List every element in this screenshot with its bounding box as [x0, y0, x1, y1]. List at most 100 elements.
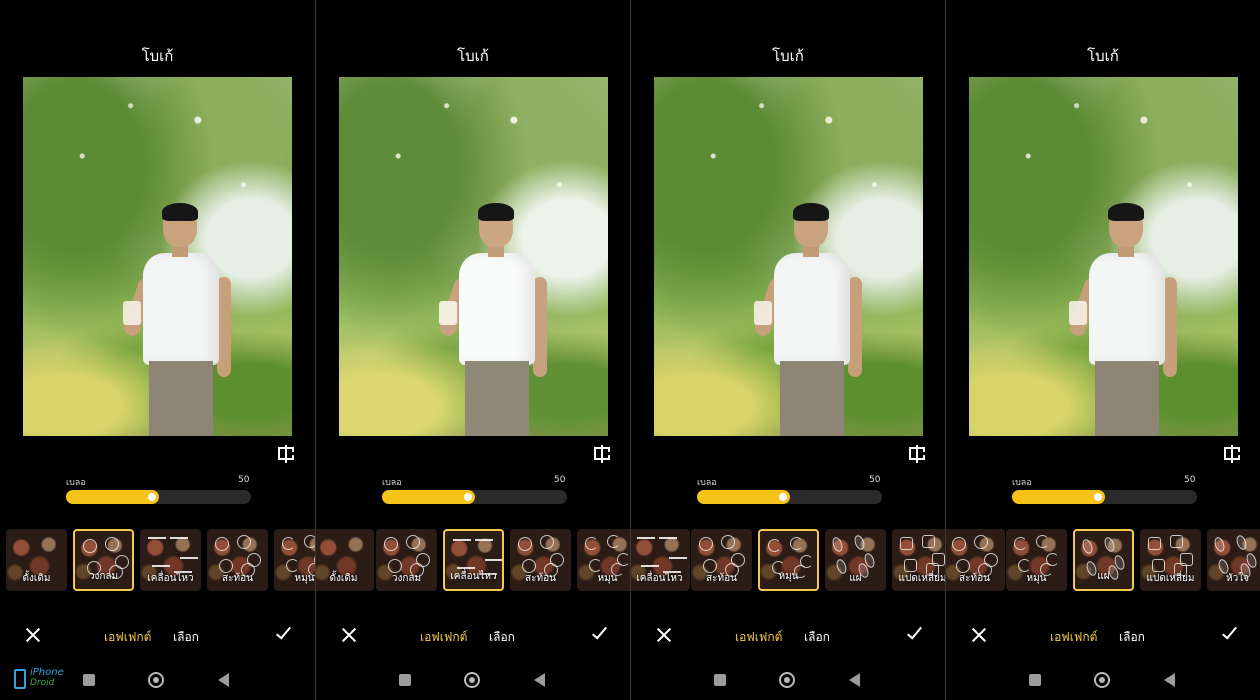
ring-bokeh-shape	[974, 535, 988, 549]
effect-tile[interactable]: แผ่	[1073, 529, 1134, 591]
tab-select[interactable]: เลือก	[1119, 628, 1145, 647]
cancel-icon[interactable]	[970, 626, 988, 644]
confirm-check-icon[interactable]	[1220, 623, 1238, 646]
effect-tile-label: เคลื่อนไหว	[147, 573, 194, 584]
person-pants	[149, 361, 213, 436]
blur-slider[interactable]	[1012, 490, 1197, 504]
recents-nav-icon[interactable]	[399, 674, 411, 686]
compare-icon-right	[1233, 447, 1240, 460]
effect-tile[interactable]: หมุน	[274, 529, 315, 591]
swirl-bokeh-shape	[1014, 537, 1027, 550]
effect-tile[interactable]: เคลื่อนไหว	[140, 529, 201, 591]
effect-tile[interactable]: แปดเหลี่ยม	[1140, 529, 1201, 591]
blur-slider[interactable]	[697, 490, 882, 504]
hex-bokeh-shape	[900, 537, 913, 550]
home-nav-icon[interactable]	[148, 672, 164, 688]
blur-slider-fill	[1012, 490, 1105, 504]
effect-tile[interactable]: สะท้อน	[207, 529, 268, 591]
tab-effect[interactable]: เอฟเฟกต์	[420, 628, 467, 647]
effect-tile[interactable]: หมุน	[758, 529, 819, 591]
compare-icon[interactable]	[909, 445, 925, 463]
person-arm-r	[1163, 277, 1177, 377]
check-mark	[275, 623, 292, 640]
oval-bokeh-shape	[1080, 537, 1095, 556]
effect-tile[interactable]: เคลื่อนไหว	[443, 529, 504, 591]
person-cup	[1069, 301, 1087, 325]
dash-bokeh-shape	[669, 557, 687, 559]
person-arm-r	[217, 277, 231, 377]
home-nav-icon[interactable]	[1094, 672, 1110, 688]
compare-icon[interactable]	[1224, 445, 1240, 463]
person-cup	[123, 301, 141, 325]
confirm-check-icon[interactable]	[274, 623, 292, 646]
effect-tile[interactable]: หัวใจ	[1207, 529, 1260, 591]
effect-tile[interactable]: สะท้อน	[946, 529, 1005, 591]
effect-tile[interactable]: วงกลม	[73, 529, 134, 591]
effect-tile[interactable]: สะท้อน	[691, 529, 752, 591]
photo-preview	[969, 77, 1238, 436]
cancel-icon[interactable]	[655, 626, 673, 644]
cancel-icon[interactable]	[24, 626, 42, 644]
editor-screen-3: โบเก้ เบลอ 50 เคลื่อนไหว สะท้อน หมุน แผ่ แปดเหล…	[630, 0, 945, 700]
home-nav-icon[interactable]	[464, 672, 480, 688]
cancel-icon[interactable]	[340, 626, 358, 644]
recents-nav-icon[interactable]	[1029, 674, 1041, 686]
oval-bokeh-shape	[830, 535, 845, 554]
effect-tile-label: หมุน	[1026, 573, 1047, 584]
tab-select[interactable]: เลือก	[489, 628, 515, 647]
blur-slider-value: 50	[238, 475, 250, 485]
effect-tile[interactable]: เคลื่อนไหว	[631, 529, 690, 591]
blur-slider[interactable]	[382, 490, 567, 504]
effect-tile[interactable]: หมุน	[577, 529, 630, 591]
effect-tile[interactable]: ดั้งเดิม	[6, 529, 67, 591]
blur-slider-handle[interactable]	[147, 493, 156, 501]
blur-slider[interactable]	[66, 490, 251, 504]
blur-slider-handle[interactable]	[463, 493, 472, 501]
person-shirt	[143, 253, 219, 365]
tab-effect[interactable]: เอฟเฟกต์	[1050, 628, 1097, 647]
effect-tile[interactable]: หมุน	[1006, 529, 1067, 591]
effect-tile[interactable]: วงกลม	[376, 529, 437, 591]
recents-nav-icon[interactable]	[714, 674, 726, 686]
tab-effect[interactable]: เอฟเฟกต์	[735, 628, 782, 647]
back-nav-icon[interactable]	[534, 673, 545, 687]
swirl-bokeh-shape	[1036, 535, 1049, 548]
photo-preview	[654, 77, 923, 436]
swirl-bokeh-shape	[607, 535, 620, 548]
effect-tile[interactable]: ดั้งเดิม	[316, 529, 374, 591]
confirm-check-icon[interactable]	[905, 623, 923, 646]
compare-icon[interactable]	[594, 445, 610, 463]
editor-screen-2: โบเก้ เบลอ 50 ดั้งเดิม วงกลม เคลื่อนไหว สะท้อน…	[315, 0, 630, 700]
person-pants	[1095, 361, 1159, 436]
home-nav-icon[interactable]	[779, 672, 795, 688]
effect-tile-label: ดั้งเดิม	[329, 573, 358, 584]
back-nav-icon[interactable]	[849, 673, 860, 687]
effect-tile[interactable]: แปดเหลี่ยม	[892, 529, 945, 591]
effect-tile[interactable]: แผ่	[825, 529, 886, 591]
ring-bokeh-shape	[105, 537, 119, 551]
watermark-logo: iPhone Droid	[14, 667, 76, 691]
ring-bokeh-shape	[518, 537, 532, 551]
blur-slider-handle[interactable]	[778, 493, 787, 501]
editor-screen-4: โบเก้ เบลอ 50 สะท้อน หมุน แผ่ แปดเหลี่ยม หัวใจเ…	[945, 0, 1260, 700]
effect-tile[interactable]: สะท้อน	[510, 529, 571, 591]
person-shirt	[459, 253, 535, 365]
watermark-text-1: iPhone	[30, 667, 64, 678]
confirm-check-icon[interactable]	[590, 623, 608, 646]
effect-tile-label: สะท้อน	[525, 573, 556, 584]
dash-bokeh-shape	[659, 537, 677, 539]
back-nav-icon[interactable]	[218, 673, 229, 687]
tab-select[interactable]: เลือก	[804, 628, 830, 647]
blur-slider-handle[interactable]	[1093, 493, 1102, 501]
ring-bokeh-shape	[83, 539, 97, 553]
back-nav-icon[interactable]	[1164, 673, 1175, 687]
swirl-bokeh-shape	[304, 535, 315, 548]
oval-bokeh-shape	[1102, 535, 1117, 554]
person-hair	[1108, 203, 1144, 221]
effect-tile-label: หมุน	[597, 573, 618, 584]
tab-effect[interactable]: เอฟเฟกต์	[104, 628, 151, 647]
tab-select[interactable]: เลือก	[173, 628, 199, 647]
recents-nav-icon[interactable]	[83, 674, 95, 686]
compare-icon[interactable]	[278, 445, 294, 463]
ring-bokeh-shape	[952, 537, 966, 551]
